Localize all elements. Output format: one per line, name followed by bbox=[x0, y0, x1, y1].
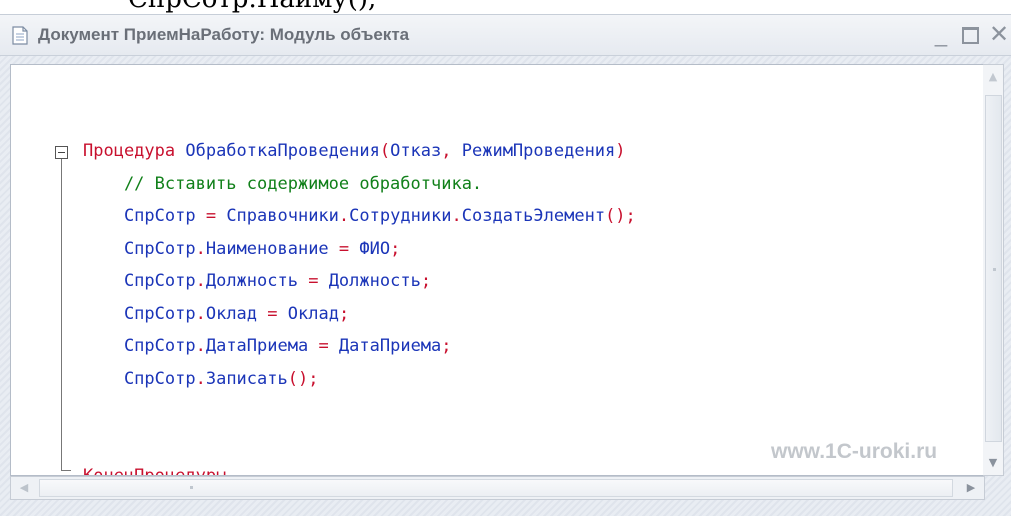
code-token: Отказ bbox=[390, 141, 442, 161]
document-icon bbox=[12, 26, 28, 45]
code-token: ( bbox=[379, 141, 391, 161]
fold-guide-end bbox=[61, 470, 71, 471]
code-token: РежимПроведения bbox=[461, 141, 616, 161]
scroll-right-icon[interactable]: ▶ bbox=[960, 477, 982, 499]
scroll-down-icon[interactable]: ▼ bbox=[983, 453, 1003, 473]
code-token: СпрСотр bbox=[83, 271, 196, 291]
code-token: . bbox=[195, 336, 206, 356]
fold-collapse-icon[interactable] bbox=[55, 146, 68, 159]
module-window: Документ ПриемНаРаботу: Модуль объекта _… bbox=[0, 14, 1011, 516]
code-token: ; bbox=[338, 303, 350, 324]
code-editor[interactable]: Процедура ОбработкаПроведения(Отказ, Реж… bbox=[10, 64, 985, 476]
code-token: СпрСотр bbox=[83, 238, 196, 259]
code-token: // Вставить содержимое обработчика. bbox=[83, 173, 483, 194]
code-token: = bbox=[267, 303, 288, 324]
code-token: ДатаПриема bbox=[338, 336, 442, 356]
code-token: = bbox=[308, 271, 329, 291]
code-text[interactable]: Процедура ОбработкаПроведения(Отказ, Реж… bbox=[83, 135, 636, 476]
close-button[interactable]: ✕ bbox=[986, 21, 1011, 49]
code-token: СпрСотр bbox=[83, 368, 196, 389]
code-token: Сотрудники bbox=[349, 206, 452, 226]
code-token: . bbox=[195, 238, 206, 259]
title-bar[interactable]: Документ ПриемНаРаботу: Модуль объекта _… bbox=[0, 15, 1011, 56]
horizontal-scrollbar[interactable]: ◀ ▶ bbox=[10, 476, 985, 500]
code-line[interactable]: СпрСотр = Справочники.Сотрудники.Создать… bbox=[83, 200, 636, 233]
window-title: Документ ПриемНаРаботу: Модуль объекта bbox=[38, 25, 410, 44]
maximize-button[interactable] bbox=[957, 21, 983, 49]
previous-text-fragment: СпрСотр.Наиму(); bbox=[0, 0, 1011, 14]
code-line[interactable]: СпрСотр.Наименование = ФИО; bbox=[83, 233, 636, 266]
top-fragment-text: СпрСотр.Наиму(); bbox=[128, 0, 377, 14]
code-token: (); bbox=[605, 206, 636, 226]
code-token: . bbox=[195, 271, 206, 291]
code-token: (); bbox=[287, 368, 319, 389]
code-line[interactable]: Процедура ОбработкаПроведения(Отказ, Реж… bbox=[83, 135, 636, 168]
code-token: Справочники bbox=[226, 206, 339, 226]
code-line[interactable]: // Вставить содержимое обработчика. bbox=[83, 168, 636, 201]
code-token: КонецПроцедуры bbox=[83, 466, 227, 476]
code-token: ; bbox=[390, 238, 401, 259]
scroll-left-icon[interactable]: ◀ bbox=[13, 477, 35, 499]
code-token: Должность bbox=[328, 271, 421, 291]
code-token: = bbox=[338, 238, 360, 259]
code-token: = bbox=[205, 206, 227, 226]
code-line[interactable]: КонецПроцедуры bbox=[83, 460, 636, 476]
code-token: Должность bbox=[205, 271, 309, 291]
code-token: . bbox=[195, 303, 206, 324]
code-line[interactable] bbox=[83, 428, 636, 461]
code-token: . bbox=[451, 206, 462, 226]
code-line[interactable]: СпрСотр.Оклад = Оклад; bbox=[83, 298, 636, 331]
code-token: , bbox=[441, 141, 462, 161]
code-line[interactable]: СпрСотр.ДатаПриема = ДатаПриема; bbox=[83, 330, 636, 363]
scroll-grip bbox=[993, 268, 996, 271]
vertical-scrollbar[interactable]: ▲ ▼ bbox=[983, 64, 1004, 476]
scroll-grip bbox=[190, 486, 193, 489]
code-token: ) bbox=[615, 141, 626, 161]
code-token: СпрСотр bbox=[83, 336, 196, 356]
code-token: ; bbox=[420, 271, 432, 291]
code-line[interactable]: СпрСотр.Записать(); bbox=[83, 363, 636, 396]
code-token: ОбработкаПроведения bbox=[185, 141, 380, 161]
horizontal-scroll-thumb[interactable] bbox=[39, 479, 953, 497]
code-token: СоздатьЭлемент bbox=[461, 206, 606, 226]
code-token: . bbox=[195, 368, 206, 389]
watermark: www.1C-uroki.ru bbox=[771, 440, 938, 463]
code-line[interactable]: СпрСотр.Должность = Должность; bbox=[83, 265, 636, 298]
code-token: . bbox=[338, 206, 350, 226]
vertical-scroll-thumb[interactable] bbox=[985, 95, 1002, 442]
maximize-icon bbox=[961, 26, 979, 44]
code-token: СпрСотр bbox=[83, 303, 196, 324]
minimize-button[interactable]: _ bbox=[928, 21, 954, 49]
code-token: Процедура bbox=[83, 141, 186, 161]
code-token: ДатаПриема bbox=[205, 336, 319, 356]
code-token: ФИО bbox=[359, 238, 391, 259]
code-token: Записать bbox=[205, 368, 288, 389]
code-token: Оклад bbox=[287, 303, 339, 324]
code-token: СпрСотр bbox=[83, 206, 206, 226]
code-token: Наименование bbox=[205, 238, 339, 259]
code-line[interactable] bbox=[83, 395, 636, 428]
fold-guide-line bbox=[61, 159, 62, 471]
scroll-up-icon[interactable]: ▲ bbox=[983, 67, 1003, 87]
code-token: = bbox=[318, 336, 339, 356]
code-token: ; bbox=[441, 336, 452, 356]
code-token: Оклад bbox=[205, 303, 268, 324]
